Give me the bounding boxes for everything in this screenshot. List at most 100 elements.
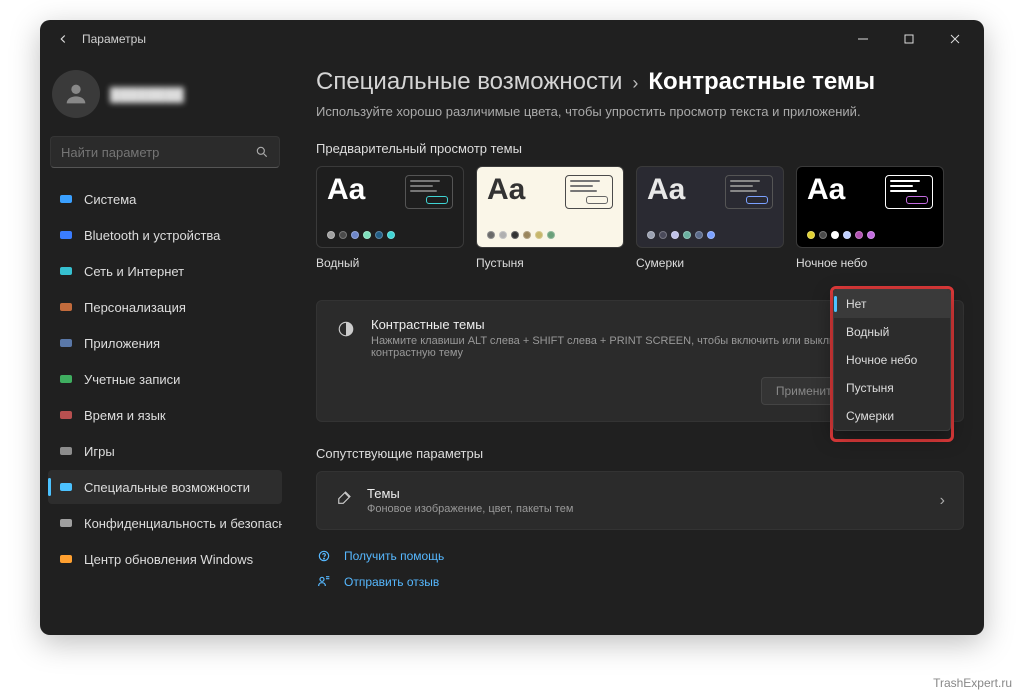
- app-title: Параметры: [82, 32, 146, 46]
- nav-icon: [58, 371, 74, 387]
- close-button[interactable]: [934, 24, 976, 54]
- sidebar-item-label: Персонализация: [84, 300, 186, 315]
- theme-preview-2: Aa Сумерки: [636, 166, 784, 270]
- help-icon: [316, 548, 332, 564]
- preview-label: Предварительный просмотр темы: [316, 141, 964, 156]
- nav: Система Bluetooth и устройства Сеть и Инте…: [48, 182, 282, 576]
- dropdown-item-4[interactable]: Сумерки: [834, 402, 950, 430]
- search-input[interactable]: [61, 145, 255, 160]
- settings-window: Параметры ████████ Система Bluetooth и ус…: [40, 20, 984, 635]
- sidebar-item-label: Приложения: [84, 336, 160, 351]
- profile-name: ████████: [110, 87, 184, 102]
- sidebar-item-3[interactable]: Персонализация: [48, 290, 282, 324]
- nav-icon: [58, 191, 74, 207]
- sidebar: ████████ Система Bluetooth и устройства Се…: [40, 58, 290, 635]
- themes-link-desc: Фоновое изображение, цвет, пакеты тем: [367, 503, 573, 515]
- sidebar-item-label: Конфиденциальность и безопасность: [84, 516, 282, 531]
- theme-color-dots: [327, 231, 395, 239]
- sidebar-item-label: Специальные возможности: [84, 480, 250, 495]
- theme-name: Пустыня: [476, 256, 624, 270]
- theme-name: Водный: [316, 256, 464, 270]
- themes-link-title: Темы: [367, 486, 573, 501]
- nav-icon: [58, 407, 74, 423]
- arrow-left-icon: [56, 32, 70, 46]
- theme-name: Сумерки: [636, 256, 784, 270]
- sidebar-item-5[interactable]: Учетные записи: [48, 362, 282, 396]
- page-title: Контрастные темы: [648, 68, 875, 96]
- profile[interactable]: ████████: [48, 64, 282, 132]
- main-panel: Специальные возможности › Контрастные те…: [290, 58, 984, 635]
- page-subtitle: Используйте хорошо различимые цвета, что…: [316, 104, 964, 119]
- sidebar-item-label: Система: [84, 192, 136, 207]
- user-icon: [62, 80, 90, 108]
- contrast-desc: Нажмите клавиши ALT слева + SHIFT слева …: [371, 335, 891, 359]
- theme-card[interactable]: Aa: [316, 166, 464, 248]
- maximize-icon: [903, 33, 915, 45]
- sidebar-item-label: Время и язык: [84, 408, 166, 423]
- sidebar-item-4[interactable]: Приложения: [48, 326, 282, 360]
- theme-color-dots: [807, 231, 875, 239]
- breadcrumb: Специальные возможности › Контрастные те…: [316, 68, 964, 96]
- theme-card[interactable]: Aa: [476, 166, 624, 248]
- sidebar-item-7[interactable]: Игры: [48, 434, 282, 468]
- brush-icon: [335, 489, 353, 512]
- back-button[interactable]: [48, 24, 78, 54]
- close-icon: [949, 33, 961, 45]
- theme-card[interactable]: Aa: [636, 166, 784, 248]
- nav-icon: [58, 479, 74, 495]
- chevron-right-icon: ›: [632, 73, 638, 94]
- window-controls: [842, 24, 976, 54]
- dropdown-item-2[interactable]: Ночное небо: [834, 346, 950, 374]
- sidebar-item-6[interactable]: Время и язык: [48, 398, 282, 432]
- search-box[interactable]: [50, 136, 280, 168]
- sidebar-item-label: Учетные записи: [84, 372, 180, 387]
- theme-sample-text: Aa: [807, 175, 875, 205]
- dropdown-item-1[interactable]: Водный: [834, 318, 950, 346]
- contrast-title: Контрастные темы: [371, 317, 891, 332]
- sidebar-item-label: Bluetooth и устройства: [84, 228, 220, 243]
- get-help-label: Получить помощь: [344, 549, 444, 563]
- theme-preview-row: Aa Водный Aa Пустыня Aa: [316, 166, 964, 270]
- avatar: [52, 70, 100, 118]
- titlebar: Параметры: [40, 20, 984, 58]
- sidebar-item-label: Сеть и Интернет: [84, 264, 184, 279]
- sidebar-item-1[interactable]: Bluetooth и устройства: [48, 218, 282, 252]
- theme-dropdown[interactable]: НетВодныйНочное небоПустыняСумерки: [833, 289, 951, 431]
- sidebar-item-label: Центр обновления Windows: [84, 552, 253, 567]
- sidebar-item-label: Игры: [84, 444, 115, 459]
- theme-card[interactable]: Aa: [796, 166, 944, 248]
- sidebar-item-8[interactable]: Специальные возможности: [48, 470, 282, 504]
- feedback-link[interactable]: Отправить отзыв: [316, 574, 964, 590]
- get-help-link[interactable]: Получить помощь: [316, 548, 964, 564]
- feedback-label: Отправить отзыв: [344, 575, 439, 589]
- nav-icon: [58, 227, 74, 243]
- themes-link[interactable]: Темы Фоновое изображение, цвет, пакеты т…: [316, 471, 964, 530]
- theme-color-dots: [487, 231, 555, 239]
- theme-sample-text: Aa: [487, 175, 555, 205]
- nav-icon: [58, 443, 74, 459]
- theme-color-dots: [647, 231, 715, 239]
- breadcrumb-parent[interactable]: Специальные возможности: [316, 68, 622, 96]
- sidebar-item-9[interactable]: Конфиденциальность и безопасность: [48, 506, 282, 540]
- theme-preview-3: Aa Ночное небо: [796, 166, 944, 270]
- minimize-button[interactable]: [842, 24, 884, 54]
- nav-icon: [58, 551, 74, 567]
- dropdown-item-3[interactable]: Пустыня: [834, 374, 950, 402]
- theme-name: Ночное небо: [796, 256, 944, 270]
- contrast-icon: [335, 318, 357, 340]
- sidebar-item-0[interactable]: Система: [48, 182, 282, 216]
- feedback-icon: [316, 574, 332, 590]
- dropdown-item-0[interactable]: Нет: [834, 290, 950, 318]
- search-icon: [255, 145, 269, 159]
- nav-icon: [58, 335, 74, 351]
- nav-icon: [58, 515, 74, 531]
- sidebar-item-2[interactable]: Сеть и Интернет: [48, 254, 282, 288]
- theme-preview-1: Aa Пустыня: [476, 166, 624, 270]
- chevron-right-icon: ›: [940, 492, 945, 510]
- watermark: TrashExpert.ru: [933, 676, 1012, 690]
- help-links: Получить помощь Отправить отзыв: [316, 548, 964, 590]
- theme-sample-text: Aa: [647, 175, 715, 205]
- nav-icon: [58, 299, 74, 315]
- sidebar-item-10[interactable]: Центр обновления Windows: [48, 542, 282, 576]
- maximize-button[interactable]: [888, 24, 930, 54]
